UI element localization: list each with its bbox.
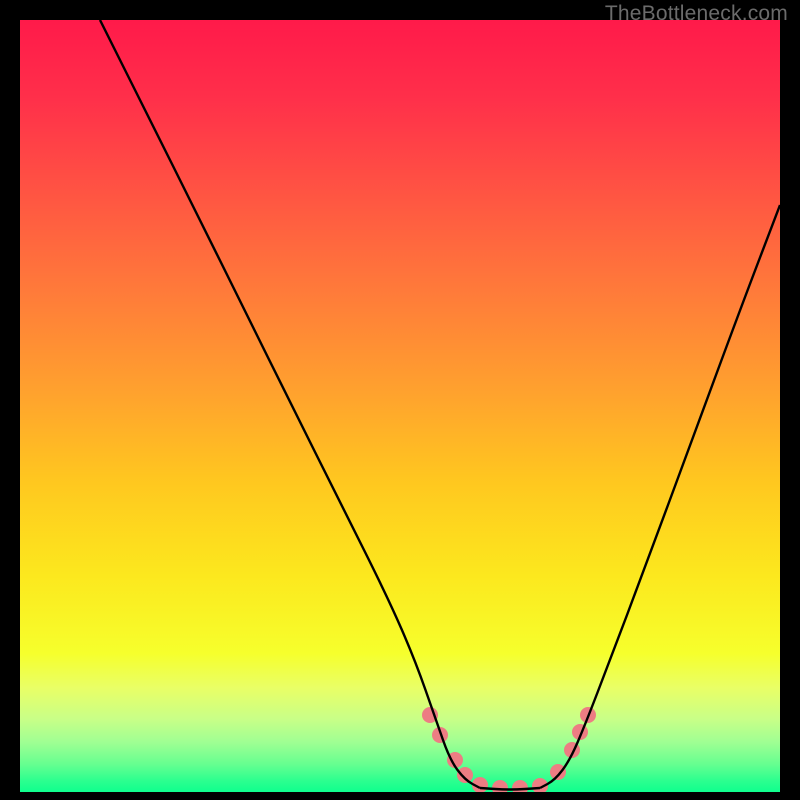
curve-layer xyxy=(20,20,780,792)
curve-right-arm xyxy=(540,205,780,788)
chart-frame xyxy=(20,20,780,792)
curve-left-arm xyxy=(100,20,480,788)
marker-dot xyxy=(457,767,473,783)
marker-dots xyxy=(422,707,596,792)
curve-trough xyxy=(480,788,540,790)
watermark-text: TheBottleneck.com xyxy=(605,2,788,26)
